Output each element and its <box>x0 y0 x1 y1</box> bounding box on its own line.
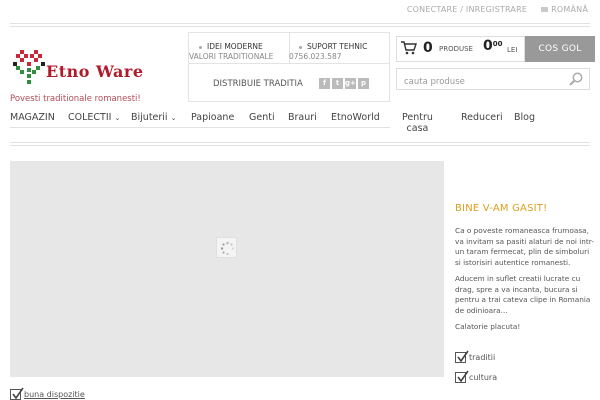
pinterest-icon[interactable]: p <box>358 78 369 89</box>
language-selector[interactable]: ROMÂNĂ <box>541 5 588 14</box>
nav-bottom-divider <box>10 142 590 143</box>
nav-magazin[interactable]: MAGAZIN <box>10 112 55 123</box>
support-block: SUPORT TEHNIC 0756.023.587 <box>289 42 368 62</box>
top-divider-2 <box>10 26 590 27</box>
check-traditii: traditii <box>455 350 496 363</box>
main-nav: MAGAZIN COLECTII ⌄ Bijuterii ⌄ Papioane … <box>10 108 590 140</box>
social-links: f t g+ p <box>319 78 369 89</box>
loading-spinner-icon <box>216 237 237 258</box>
header-info-box: IDEI MODERNE VALORI TRADITIONALE SUPORT … <box>188 32 390 102</box>
share-label: DISTRIBUIE TRADITIA <box>213 79 303 89</box>
nav-blog[interactable]: Blog <box>514 112 535 123</box>
nav-divider <box>10 127 390 128</box>
welcome-paragraph-1: Ca o poveste romaneasca frumoasa, va inv… <box>455 226 594 267</box>
checkmark-icon <box>10 387 24 400</box>
support-phone[interactable]: 0756.023.587 <box>289 52 342 61</box>
nav-genti[interactable]: Genti <box>249 112 275 123</box>
chevron-down-icon: ⌄ <box>170 114 177 122</box>
empty-cart-button[interactable]: COS GOL <box>525 36 595 62</box>
nav-colectii[interactable]: COLECTII ⌄ <box>68 112 120 124</box>
cart-count-label: PRODUSE <box>439 45 473 53</box>
cart-currency: LEI <box>507 46 518 54</box>
logo-text: Etno Ware <box>46 62 144 81</box>
cart-icon <box>401 41 417 55</box>
search-input[interactable] <box>397 72 557 92</box>
hero-slider[interactable] <box>10 161 444 377</box>
checkmark-icon <box>455 370 469 383</box>
check-buna-dispozitie: buna dispozitie <box>10 387 85 400</box>
nav-brauri[interactable]: Brauri <box>288 112 317 123</box>
cart-total: 000 <box>483 38 503 54</box>
welcome-panel: BINE V-AM GASIT! Ca o poveste romaneasca… <box>455 203 595 333</box>
login-register-link[interactable]: CONECTARE / INREGISTRARE <box>407 5 527 14</box>
pin-icon <box>299 45 302 49</box>
nav-reduceri[interactable]: Reduceri <box>461 112 503 123</box>
check-label: cultura <box>469 373 498 382</box>
nav-bijuterii[interactable]: Bijuterii ⌄ <box>131 112 176 124</box>
chevron-down-icon: ⌄ <box>114 114 121 122</box>
site-logo[interactable]: Etno Ware <box>12 46 147 90</box>
nav-pentru-casa[interactable]: Pentru casa <box>402 112 433 134</box>
cart-summary[interactable]: 0 PRODUSE 000 LEI <box>396 36 525 62</box>
flag-icon <box>541 7 549 12</box>
info-divider-horizontal <box>189 63 389 64</box>
ideas-title: IDEI MODERNE <box>207 42 263 51</box>
top-divider <box>10 23 590 24</box>
cart-count: 0 <box>423 40 433 56</box>
check-cultura: cultura <box>455 370 498 383</box>
pin-icon <box>199 45 202 49</box>
ideas-block: IDEI MODERNE VALORI TRADITIONALE <box>189 42 273 62</box>
welcome-paragraph-3: Calatorie placuta! <box>455 322 521 331</box>
welcome-title: BINE V-AM GASIT! <box>455 203 548 214</box>
google-plus-icon[interactable]: g+ <box>345 78 356 89</box>
search-icon[interactable] <box>569 72 583 86</box>
tagline: Povesti traditionale romanesti! <box>10 94 141 104</box>
welcome-paragraph-2: Aducem in suflet creatii lucrate cu drag… <box>455 274 591 315</box>
top-bar: CONECTARE / INREGISTRARE ROMÂNĂ <box>0 0 600 22</box>
embroidery-flower-icon <box>13 50 45 84</box>
check-label: buna dispozitie <box>24 390 85 399</box>
support-title: SUPORT TEHNIC <box>307 42 368 51</box>
facebook-icon[interactable]: f <box>319 78 330 89</box>
check-label: traditii <box>469 353 496 362</box>
ideas-subtitle: VALORI TRADITIONALE <box>189 52 274 61</box>
checkmark-icon <box>455 350 469 363</box>
language-label: ROMÂNĂ <box>551 5 588 14</box>
search-box <box>396 68 590 92</box>
nav-papioane[interactable]: Papioane <box>191 112 234 123</box>
nav-bottom-divider-2 <box>10 145 590 146</box>
twitter-icon[interactable]: t <box>332 78 343 89</box>
nav-etnoworld[interactable]: EtnoWorld <box>331 112 380 123</box>
